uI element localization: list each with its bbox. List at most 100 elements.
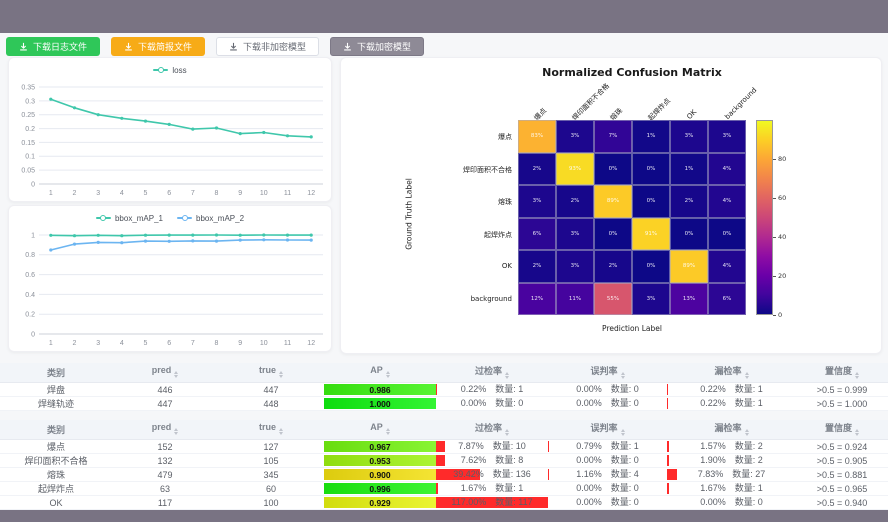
- over-rate-count: 数量: 1: [495, 482, 523, 495]
- cell-ap: 0.986: [324, 383, 436, 397]
- col-header-AP[interactable]: AP: [324, 363, 436, 383]
- table-row: 焊盘4464470.9860.22%数量: 10.00%数量: 00.22%数量…: [0, 383, 888, 397]
- miss-rate: 1.57%数量: 2: [667, 440, 796, 453]
- svg-text:0.2: 0.2: [25, 126, 35, 133]
- legend-item-loss[interactable]: loss: [153, 66, 186, 75]
- cell-pred: 152: [112, 440, 218, 454]
- button-label: 下载加密模型: [357, 40, 411, 53]
- cell-misjudge-rate: 1.16%数量: 4: [548, 468, 667, 482]
- miss-rate-count: 数量: 2: [735, 454, 763, 467]
- sort-carets-icon[interactable]: [745, 427, 749, 438]
- sort-carets-icon[interactable]: [505, 370, 509, 381]
- table-row: 焊缝轨迹4474481.0000.00%数量: 00.00%数量: 00.22%…: [0, 397, 888, 411]
- col-header-pred[interactable]: pred: [112, 420, 218, 440]
- download-icon: [229, 42, 238, 51]
- col-header-true[interactable]: true: [218, 363, 324, 383]
- col-header-AP[interactable]: AP: [324, 420, 436, 440]
- col-header-置信度[interactable]: 置信度: [796, 420, 888, 440]
- sort-carets-icon[interactable]: [855, 427, 859, 438]
- svg-text:4: 4: [120, 190, 124, 197]
- col-header-label: 漏检率: [714, 366, 741, 376]
- cm-cell: 13%: [670, 283, 708, 316]
- cell-category: 爆点: [0, 440, 112, 454]
- miss-rate: 7.83%数量: 27: [667, 468, 796, 481]
- misjudge-rate: 0.00%数量: 0: [548, 383, 667, 396]
- download-icon: [19, 42, 28, 51]
- svg-text:12: 12: [307, 190, 315, 197]
- col-header-误判率[interactable]: 误判率: [548, 363, 667, 383]
- col-header-label: pred: [152, 365, 172, 375]
- metrics-tables: 类别predtrueAP过检率误判率漏检率置信度焊盘4464470.9860.2…: [0, 363, 888, 510]
- legend-item-bbox_mAP_2[interactable]: bbox_mAP_2: [177, 214, 244, 223]
- sort-carets-icon[interactable]: [855, 370, 859, 381]
- svg-text:1: 1: [49, 190, 53, 197]
- col-header-置信度[interactable]: 置信度: [796, 363, 888, 383]
- col-header-label: AP: [370, 365, 383, 375]
- sort-carets-icon[interactable]: [386, 369, 390, 380]
- col-header-过检率[interactable]: 过检率: [436, 363, 548, 383]
- legend-item-bbox_mAP_1[interactable]: bbox_mAP_1: [96, 214, 163, 223]
- cm-cell: 0%: [594, 218, 632, 251]
- sort-carets-icon[interactable]: [621, 427, 625, 438]
- sort-carets-icon[interactable]: [621, 370, 625, 381]
- miss-rate: 0.22%数量: 1: [667, 383, 796, 396]
- bbox-map-chart: 00.20.40.60.81123456789101112: [9, 227, 331, 351]
- download-toolbar: 下载日志文件 下载简报文件下载非加密模型 下载加密模型: [6, 35, 424, 57]
- download-unencrypted-model-button[interactable]: 下载非加密模型: [216, 37, 319, 56]
- cm-colorbar-tick: 40: [778, 233, 786, 241]
- col-header-true[interactable]: true: [218, 420, 324, 440]
- miss-rate-pct: 1.57%: [700, 440, 726, 453]
- cm-cell: 93%: [556, 153, 594, 186]
- svg-text:5: 5: [144, 340, 148, 347]
- sort-carets-icon[interactable]: [745, 370, 749, 381]
- confusion-matrix-card: Normalized Confusion Matrix 爆点爆点焊印面积不合格焊…: [340, 57, 882, 354]
- button-label: 下载日志文件: [33, 40, 87, 53]
- cm-cell: 2%: [518, 153, 556, 186]
- misjudge-rate-count: 数量: 0: [611, 496, 639, 509]
- sort-carets-icon[interactable]: [174, 426, 178, 437]
- misjudge-rate-count: 数量: 4: [611, 468, 639, 481]
- cm-cell: 3%: [708, 120, 746, 153]
- cm-cell: 12%: [518, 283, 556, 316]
- col-header-类别: 类别: [0, 420, 112, 440]
- cell-miss-rate: 1.67%数量: 1: [667, 482, 796, 496]
- cm-cell: 6%: [708, 283, 746, 316]
- cell-ap: 0.967: [324, 440, 436, 454]
- col-header-label: 类别: [47, 368, 65, 378]
- col-header-误判率[interactable]: 误判率: [548, 420, 667, 440]
- download-icon: [343, 42, 352, 51]
- cm-cell: 3%: [556, 250, 594, 283]
- over-rate: 0.00%数量: 0: [436, 397, 548, 410]
- svg-text:0.6: 0.6: [25, 272, 35, 279]
- cm-cell: 0%: [594, 153, 632, 186]
- sort-carets-icon[interactable]: [279, 426, 283, 437]
- svg-text:4: 4: [120, 340, 124, 347]
- download-log-file-button[interactable]: 下载日志文件: [6, 37, 100, 56]
- cell-over-rate: 0.00%数量: 0: [436, 397, 548, 411]
- sort-carets-icon[interactable]: [279, 369, 283, 380]
- cm-cell: 0%: [670, 218, 708, 251]
- cell-confidence: >0.5 = 0.905: [796, 454, 888, 468]
- svg-text:8: 8: [215, 190, 219, 197]
- svg-text:8: 8: [215, 340, 219, 347]
- cell-true: 100: [218, 496, 324, 510]
- col-header-label: 误判率: [590, 423, 617, 433]
- sort-carets-icon[interactable]: [174, 369, 178, 380]
- col-header-过检率[interactable]: 过检率: [436, 420, 548, 440]
- misjudge-rate: 0.00%数量: 0: [548, 496, 667, 509]
- cm-cell: 0%: [632, 250, 670, 283]
- cm-cell: 1%: [632, 120, 670, 153]
- cm-column-label: 焊印面积不合格: [570, 81, 612, 123]
- col-header-漏检率[interactable]: 漏检率: [667, 420, 796, 440]
- bbox-map-chart-card: bbox_mAP_1bbox_mAP_2 00.20.40.60.8112345…: [8, 205, 332, 352]
- download-encrypted-model-button[interactable]: 下载加密模型: [330, 37, 424, 56]
- cell-confidence: >0.5 = 0.881: [796, 468, 888, 482]
- col-header-pred[interactable]: pred: [112, 363, 218, 383]
- cell-confidence: >0.5 = 1.000: [796, 397, 888, 411]
- sort-carets-icon[interactable]: [386, 426, 390, 437]
- col-header-漏检率[interactable]: 漏检率: [667, 363, 796, 383]
- misjudge-rate: 0.00%数量: 0: [548, 482, 667, 495]
- download-report-file-button[interactable]: 下载简报文件: [111, 37, 205, 56]
- sort-carets-icon[interactable]: [505, 427, 509, 438]
- svg-text:3: 3: [96, 340, 100, 347]
